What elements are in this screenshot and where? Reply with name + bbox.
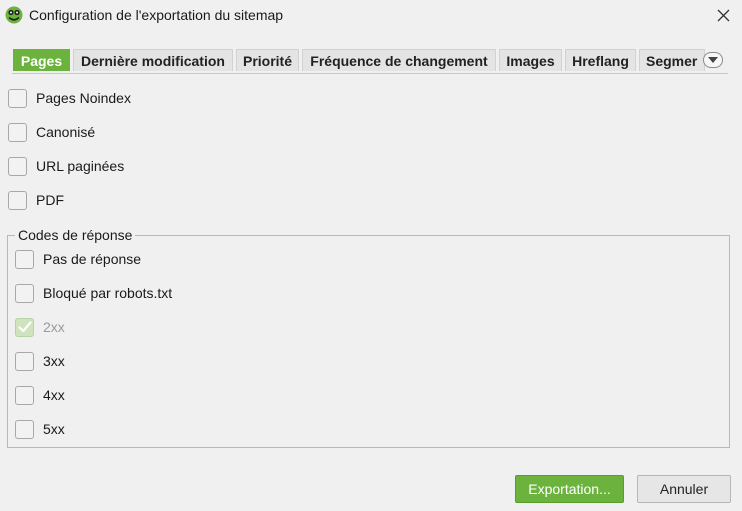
option-label: 4xx — [43, 387, 65, 403]
checkbox[interactable] — [8, 122, 27, 142]
checkbox[interactable] — [15, 385, 34, 405]
tab-hreflang[interactable]: Hreflang — [565, 49, 636, 71]
checkmark-icon — [17, 321, 32, 333]
code-2xx: 2xx — [15, 316, 65, 338]
option-pdf[interactable]: PDF — [8, 189, 64, 211]
option-label: Bloqué par robots.txt — [43, 285, 173, 301]
tab-bar: Pages Dernière modification Priorité Fré… — [12, 48, 728, 74]
code-pas-de-reponse[interactable]: Pas de réponse — [15, 248, 141, 270]
option-label: Pas de réponse — [43, 251, 142, 267]
option-pages-noindex[interactable]: Pages Noindex — [8, 87, 131, 109]
checkbox[interactable] — [15, 283, 34, 303]
close-icon — [717, 9, 729, 21]
tab-images[interactable]: Images — [499, 49, 562, 71]
window-title: Configuration de l'exportation du sitema… — [29, 7, 284, 23]
option-label: 5xx — [43, 421, 65, 437]
option-label: Pages Noindex — [36, 90, 131, 106]
option-label: 3xx — [43, 353, 65, 369]
cancel-button[interactable]: Annuler — [637, 475, 731, 503]
option-url-paginees[interactable]: URL paginées — [8, 155, 124, 177]
option-label: URL paginées — [36, 158, 125, 174]
frog-logo-icon — [5, 6, 23, 24]
code-4xx[interactable]: 4xx — [15, 384, 65, 406]
option-label: PDF — [36, 192, 64, 208]
checkbox[interactable] — [8, 156, 27, 176]
option-label: Canonisé — [36, 124, 96, 140]
title-bar: Configuration de l'exportation du sitema… — [0, 0, 742, 32]
code-bloque-robots[interactable]: Bloqué par robots.txt — [15, 282, 172, 304]
tab-pages[interactable]: Pages — [13, 49, 70, 71]
checkbox-checked-disabled — [15, 317, 34, 337]
tab-segments[interactable]: Segmer — [639, 49, 705, 71]
tab-derniere-modification[interactable]: Dernière modification — [73, 49, 233, 71]
chevron-down-icon — [708, 57, 718, 63]
checkbox[interactable] — [15, 249, 34, 269]
export-button[interactable]: Exportation... — [515, 475, 624, 503]
tab-priorite[interactable]: Priorité — [236, 49, 299, 71]
code-3xx[interactable]: 3xx — [15, 350, 65, 372]
checkbox[interactable] — [8, 88, 27, 108]
close-button[interactable] — [711, 4, 735, 26]
code-5xx[interactable]: 5xx — [15, 418, 65, 440]
group-title: Codes de réponse — [15, 227, 136, 243]
tab-frequence-de-changement[interactable]: Fréquence de changement — [302, 49, 496, 71]
option-label: 2xx — [43, 319, 65, 335]
option-canonise[interactable]: Canonisé — [8, 121, 95, 143]
tab-overflow-button[interactable] — [703, 52, 723, 68]
checkbox[interactable] — [8, 190, 27, 210]
checkbox[interactable] — [15, 351, 34, 371]
checkbox[interactable] — [15, 419, 34, 439]
